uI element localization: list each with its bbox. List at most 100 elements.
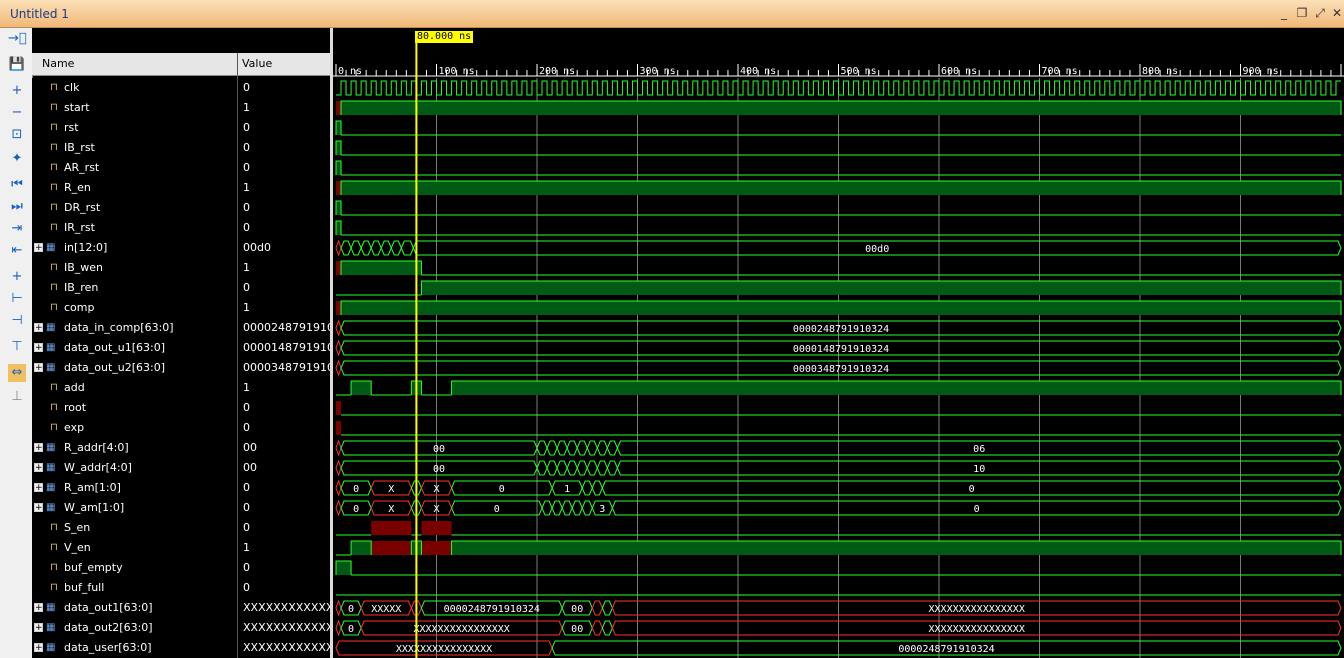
snap-to-transition-icon[interactable]: ⇔ (8, 364, 26, 382)
maximize-button[interactable]: ⤢ (1312, 6, 1328, 21)
add-marker-icon[interactable]: + (8, 268, 26, 286)
zoom-out-icon[interactable]: − (8, 104, 26, 122)
swap-cursors-icon[interactable]: ⊤ (8, 338, 26, 356)
expand-bus-icon[interactable]: + (34, 603, 43, 613)
restore-button[interactable]: ❐ (1294, 6, 1310, 20)
value-row: 0000248791910324 (238, 318, 330, 338)
signal-row[interactable]: ⊓ S_en (32, 518, 237, 538)
expand-bus-icon[interactable]: + (34, 503, 43, 513)
signal-row[interactable]: + ▦ R_addr[4:0] (32, 438, 237, 458)
bus-segment (576, 460, 588, 476)
signal-row[interactable]: ⊓ IR_rst (32, 218, 237, 238)
signal-row[interactable]: + ▦ W_addr[4:0] (32, 458, 237, 478)
next-transition-icon[interactable]: ⇤ (8, 242, 26, 260)
signal-row[interactable]: ⊓ IB_wen (32, 258, 237, 278)
bus-value-label: XXXXX (371, 604, 401, 615)
bus-signal-icon: ▦ (46, 622, 56, 633)
signal-name: root (64, 401, 87, 414)
signal-row[interactable]: + ▦ W_am[1:0] (32, 498, 237, 518)
signal-row[interactable]: + ▦ data_out1[63:0] (32, 598, 237, 618)
signal-row[interactable]: ⊓ comp (32, 298, 237, 318)
expand-bus-icon[interactable]: + (34, 643, 43, 653)
next-marker-icon[interactable]: ⊣ (8, 312, 26, 330)
expand-bus-icon[interactable]: + (34, 463, 43, 473)
previous-marker-icon[interactable]: ⊢ (8, 290, 26, 308)
bus-value-label: 0 (499, 484, 505, 495)
value-row: 00 (238, 458, 330, 478)
expand-bus-icon[interactable]: + (34, 243, 43, 253)
waveform-view[interactable]: 0 ns 100 ns 200 ns 300 ns 400 ns 500 ns 600 ns… (333, 28, 1344, 658)
signal-value: 0000148791910324 (243, 341, 330, 354)
zoom-in-icon[interactable]: + (8, 82, 26, 100)
bit-unknown-fill (336, 101, 342, 115)
signal-row[interactable]: ⊓ rst (32, 118, 237, 138)
signal-row[interactable]: ⊓ IB_ren (32, 278, 237, 298)
floating-ruler-icon[interactable]: ⊥ (8, 388, 26, 406)
bus-value-label: X (388, 484, 394, 495)
go-to-start-icon[interactable]: ⏮ (8, 176, 26, 194)
signal-row[interactable]: ⊓ root (32, 398, 237, 418)
signal-row[interactable]: ⊓ buf_full (32, 578, 237, 598)
expand-bus-icon[interactable]: + (34, 623, 43, 633)
signal-row[interactable]: + ▦ data_out2[63:0] (32, 618, 237, 638)
previous-transition-icon[interactable]: ⇥ (8, 220, 26, 238)
signal-row[interactable]: + ▦ data_out_u2[63:0] (32, 358, 237, 378)
expand-bus-icon[interactable]: + (34, 443, 43, 453)
expand-bus-icon[interactable]: + (34, 323, 43, 333)
zoom-fit-icon[interactable]: ⊡ (8, 126, 26, 144)
signal-row[interactable]: ⊓ clk (32, 78, 237, 98)
bit-signal-icon: ⊓ (50, 162, 58, 173)
name-column-header[interactable]: Name (42, 57, 74, 70)
bus-segment (596, 460, 608, 476)
zoom-to-cursor-icon[interactable]: ✦ (8, 150, 26, 168)
signal-name: data_out1[63:0] (64, 601, 153, 614)
signal-row[interactable]: + ▦ data_in_comp[63:0] (32, 318, 237, 338)
signal-row[interactable]: + ▦ data_user[63:0] (32, 638, 237, 658)
bus-signal-icon: ▦ (46, 362, 56, 373)
go-to-end-icon[interactable]: ⏭ (8, 198, 26, 216)
signal-row[interactable]: ⊓ exp (32, 418, 237, 438)
signal-row[interactable]: ⊓ AR_rst (32, 158, 237, 178)
bus-segment (591, 480, 603, 496)
signal-row[interactable]: + ▦ data_out_u1[63:0] (32, 338, 237, 358)
bus-segment (556, 440, 568, 456)
expand-bus-icon[interactable]: + (34, 343, 43, 353)
ruler-tick-label: 600 ns (941, 66, 977, 77)
signal-row[interactable]: ⊓ buf_empty (32, 558, 237, 578)
bit-waveform (340, 260, 1341, 276)
bus-segment (546, 440, 558, 456)
signal-row[interactable]: ⊓ V_en (32, 538, 237, 558)
bus-signal-icon: ▦ (46, 242, 56, 253)
signal-row[interactable]: ⊓ IB_rst (32, 138, 237, 158)
goto-cursor-icon[interactable]: →⃒ (8, 30, 27, 48)
bus-segment (335, 459, 342, 477)
bit-signal-icon: ⊓ (50, 222, 58, 233)
bus-signal-icon: ▦ (46, 642, 56, 653)
signal-name: R_am[1:0] (64, 481, 121, 494)
close-button[interactable]: ✕ (1329, 6, 1344, 20)
signal-value: 1 (243, 381, 250, 394)
expand-bus-icon[interactable]: + (34, 483, 43, 493)
bus-segment (340, 240, 352, 256)
signal-row[interactable]: ⊓ R_en (32, 178, 237, 198)
ruler-tick-label: 300 ns (640, 66, 676, 77)
bit-high-fill (451, 541, 1341, 555)
bus-segment (335, 319, 342, 337)
value-row: 1 (238, 98, 330, 118)
bus-value-label: X (433, 504, 439, 515)
signal-row[interactable]: ⊓ start (32, 98, 237, 118)
value-column-header[interactable]: Value (242, 57, 272, 70)
save-icon[interactable]: 💾 (8, 56, 26, 74)
bus-value-label: XXXXXXXXXXXXXXXX (929, 604, 1025, 615)
signal-row[interactable]: ⊓ DR_rst (32, 198, 237, 218)
bit-unknown-fill (336, 261, 342, 275)
bus-value-label: XXXXXXXXXXXXXXXX (929, 624, 1025, 635)
signal-name: data_out_u1[63:0] (64, 341, 166, 354)
signal-name: DR_rst (64, 201, 101, 214)
signal-row[interactable]: + ▦ R_am[1:0] (32, 478, 237, 498)
minimize-button[interactable]: _ (1276, 6, 1292, 20)
signal-row[interactable]: + ▦ in[12:0] (32, 238, 237, 258)
signal-row[interactable]: ⊓ add (32, 378, 237, 398)
expand-bus-icon[interactable]: + (34, 363, 43, 373)
value-row: 1 (238, 298, 330, 318)
